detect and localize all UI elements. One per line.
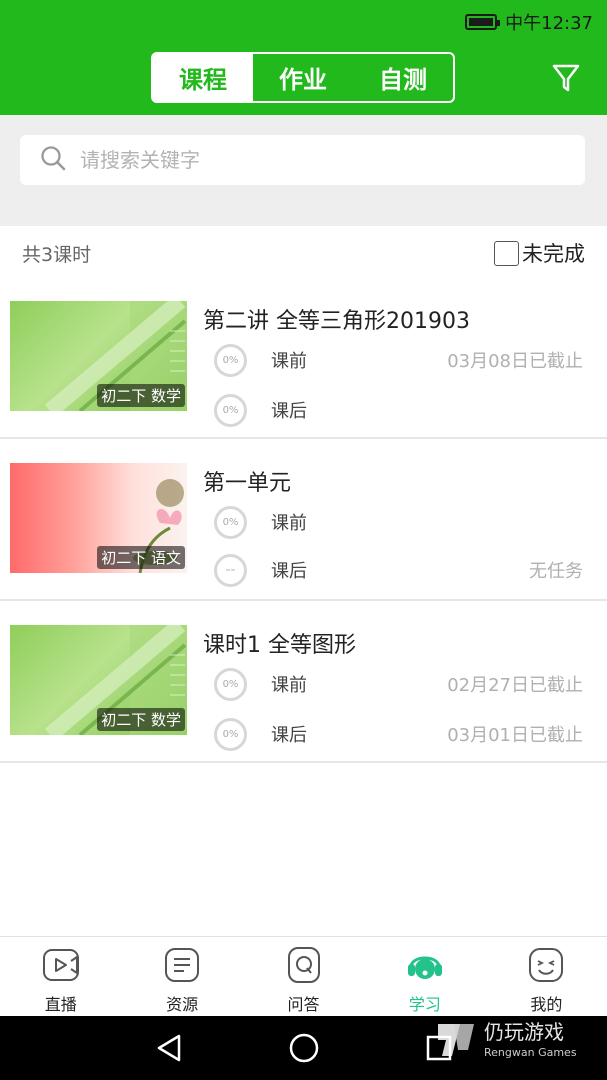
task-row-after-class[interactable]: 0% 课后 03月01日已截止 [214,717,594,751]
task-status: 03月08日已截止 [447,351,583,372]
course-title: 第一单元 [203,471,292,496]
nav-label: 问答 [287,995,320,1014]
search-area [0,115,607,226]
task-row-after-class[interactable]: 0% 课后 [214,393,594,427]
nav-label: 学习 [408,995,441,1014]
watermark-name: 仍玩游戏 [484,1020,564,1044]
tab-homework[interactable]: 作业 [253,54,353,101]
course-thumbnail: 初二下 语文 [10,463,187,573]
thumbnail-label: 初二下 数学 [97,384,185,407]
search-icon [40,145,66,175]
nav-label: 我的 [530,995,563,1014]
search-box[interactable] [20,135,585,185]
unfinished-filter[interactable]: 未完成 [494,238,585,268]
progress-ring: 0% [214,505,247,539]
nav-me[interactable]: 我的 [486,937,607,1016]
task-label: 课前 [271,675,307,696]
thumbnail-label: 初二下 语文 [97,546,185,569]
course-title: 课时1 全等图形 [203,633,356,658]
course-thumbnail: 初二下 数学 [10,625,187,735]
headset-icon [407,956,442,979]
unfinished-checkbox[interactable] [494,240,519,266]
thumbnail-label: 初二下 数学 [97,708,185,731]
task-row-before-class[interactable]: 0% 课前 03月08日已截止 [214,343,594,377]
task-status: 无任务 [529,561,583,582]
home-icon[interactable] [288,1032,320,1068]
course-item[interactable]: 初二下 数学 课时1 全等图形 0% 课前 02月27日已截止 0% 课后 03… [0,601,607,763]
task-status: 03月01日已截止 [447,725,583,746]
battery-icon [465,14,501,30]
back-icon[interactable] [155,1032,183,1068]
tab-course[interactable]: 课程 [153,54,253,101]
search-input[interactable] [80,148,540,172]
document-icon [165,948,200,982]
watermark-sub: Rengwan Games [484,1046,577,1059]
progress-ring: -- [214,553,247,587]
summary-row: 共3课时 未完成 [0,226,607,280]
task-status: 02月27日已截止 [447,675,583,696]
nav-label: 直播 [44,995,77,1014]
bottom-nav: 直播 资源 问答 学习 我的 [0,936,607,1016]
progress-ring: 0% [214,717,247,751]
task-row-before-class[interactable]: 0% 课前 [214,505,594,539]
task-label: 课前 [271,351,307,372]
nav-qa[interactable]: 问答 [243,937,364,1016]
nav-label: 资源 [166,995,199,1014]
task-label: 课前 [271,513,307,534]
smiley-icon [529,948,564,982]
course-item[interactable]: 初二下 数学 第二讲 全等三角形201903 0% 课前 03月08日已截止 0… [0,277,607,439]
question-icon [287,947,320,983]
nav-live[interactable]: 直播 [0,937,121,1016]
top-header: 中午12:37 课程 作业 自测 [0,0,607,115]
video-icon [42,949,79,981]
status-bar: 中午12:37 [465,9,593,35]
status-time: 中午12:37 [505,13,593,34]
task-label: 课后 [271,725,307,746]
lesson-count: 共3课时 [22,243,92,266]
filter-icon[interactable] [551,62,581,94]
nav-study[interactable]: 学习 [364,937,485,1016]
app-screen: 中午12:37 课程 作业 自测 共3课时 [0,0,607,1080]
task-label: 课后 [271,561,307,582]
tab-self-test[interactable]: 自测 [353,54,453,101]
progress-ring: 0% [214,343,247,377]
course-item[interactable]: 初二下 语文 第一单元 0% 课前 -- 课后 无任务 [0,439,607,601]
tab-switcher: 课程 作业 自测 [151,52,455,103]
course-title: 第二讲 全等三角形201903 [203,309,470,334]
unfinished-label: 未完成 [522,242,585,266]
nav-resources[interactable]: 资源 [121,937,242,1016]
task-row-before-class[interactable]: 0% 课前 02月27日已截止 [214,667,594,701]
task-label: 课后 [271,401,307,422]
task-row-after-class[interactable]: -- 课后 无任务 [214,553,594,587]
watermark-logo: 仍玩游戏 Rengwan Games [428,1014,603,1064]
progress-ring: 0% [214,393,247,427]
course-thumbnail: 初二下 数学 [10,301,187,411]
progress-ring: 0% [214,667,247,701]
